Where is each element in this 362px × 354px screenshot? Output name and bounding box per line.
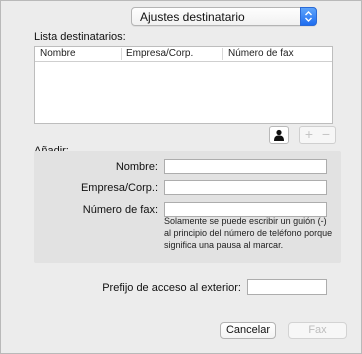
cancel-button[interactable]: Cancelar <box>220 322 276 339</box>
stepper-arrows-icon <box>300 7 317 26</box>
dialog-window: Ajustes destinatario Lista destinatarios… <box>0 0 362 354</box>
prefix-input[interactable] <box>247 279 327 295</box>
column-divider <box>121 48 122 60</box>
person-icon <box>274 129 284 141</box>
column-header-name[interactable]: Nombre <box>40 48 76 59</box>
company-field-label: Empresa/Corp.: <box>80 182 158 194</box>
column-divider <box>222 48 223 60</box>
contacts-button[interactable] <box>269 126 289 144</box>
name-input[interactable] <box>164 159 327 174</box>
column-header-fax-number[interactable]: Número de fax <box>228 48 294 59</box>
popup-selected-label: Ajustes destinatario <box>140 10 245 24</box>
fax-number-field-label: Número de fax: <box>82 204 158 216</box>
prefix-field-label: Prefijo de acceso al exterior: <box>102 282 241 294</box>
recipient-table[interactable]: Nombre Empresa/Corp. Número de fax <box>34 46 333 124</box>
fax-number-help-text: Solamente se puede escribir un guión (-)… <box>164 216 333 250</box>
add-recipient-button[interactable]: + <box>299 126 319 144</box>
settings-popup-button[interactable]: Ajustes destinatario <box>131 7 317 26</box>
fax-button[interactable]: Fax <box>288 322 347 339</box>
recipient-list-label: Lista destinatarios: <box>34 31 126 43</box>
recipient-table-header: Nombre Empresa/Corp. Número de fax <box>35 47 332 62</box>
remove-recipient-button[interactable]: − <box>317 126 336 144</box>
company-input[interactable] <box>164 180 327 195</box>
column-header-company[interactable]: Empresa/Corp. <box>126 48 193 59</box>
name-field-label: Nombre: <box>115 161 158 173</box>
